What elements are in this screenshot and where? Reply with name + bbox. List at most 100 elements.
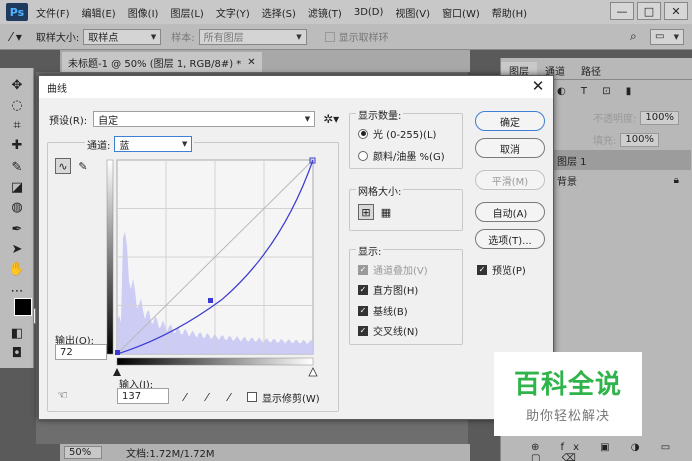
lasso-tool-icon[interactable]: ◌	[8, 96, 26, 114]
channel-select[interactable]: 蓝 ▼	[114, 136, 193, 152]
chevron-down-icon: ▼	[296, 32, 302, 41]
menu-select[interactable]: 选择(S)	[262, 5, 296, 20]
white-eyedropper-icon[interactable]: ⁄	[221, 389, 237, 405]
dialog-title: 曲线	[47, 83, 67, 95]
document-size: 文档:1.72M/1.72M	[126, 449, 215, 460]
light-option-row[interactable]: 光 (0-255)(L)	[358, 126, 436, 141]
move-tool-icon[interactable]: ✥	[8, 76, 26, 94]
preset-select[interactable]: 自定 ▼	[93, 111, 316, 127]
eyedropper-tool-icon[interactable]: ⁄ ▾	[10, 30, 22, 44]
show-ring-checkbox[interactable]	[324, 31, 335, 42]
black-eyedropper-icon[interactable]: ⁄	[177, 389, 193, 405]
lock-icon: 🔒︎	[673, 174, 679, 186]
menu-file[interactable]: 文件(F)	[36, 5, 70, 20]
blur-tool-icon[interactable]: ◍	[8, 198, 26, 216]
layer-row[interactable]: 图层 1	[553, 150, 691, 170]
menu-help[interactable]: 帮助(H)	[492, 5, 527, 20]
layer-name: 图层 1	[557, 156, 587, 168]
close-icon[interactable]: ✕	[529, 77, 547, 95]
baseline-option-row[interactable]: ✓ 基线(B)	[358, 303, 408, 318]
preview-row[interactable]: ✓ 预览(P)	[477, 262, 526, 277]
layer-action-icons[interactable]: ⊕ fx ▣ ◑ ▭ ▢ ⌫	[531, 442, 692, 461]
menu-image[interactable]: 图像(I)	[128, 5, 159, 20]
opacity-field[interactable]: 100%	[640, 110, 679, 125]
chevron-down-icon: ▼	[181, 140, 188, 148]
curve-graph[interactable]	[106, 157, 318, 378]
minimize-button[interactable]: —	[610, 2, 634, 20]
histogram-option-row[interactable]: ✓ 直方图(H)	[358, 282, 418, 297]
options-button[interactable]: 选项(T)...	[475, 229, 545, 249]
close-window-button[interactable]: ✕	[664, 2, 688, 20]
layer-actions-bar: ⊕ fx ▣ ◑ ▭ ▢ ⌫	[501, 442, 692, 461]
zoom-level[interactable]: 50%	[64, 446, 102, 459]
menu-bar: Ps 文件(F) 编辑(E) 图像(I) 图层(L) 文字(Y) 选择(S) 滤…	[0, 0, 692, 24]
gray-eyedropper-icon[interactable]: ⁄	[199, 389, 215, 405]
menu-type[interactable]: 文字(Y)	[216, 5, 250, 20]
input-field[interactable]: 137	[117, 388, 169, 404]
path-select-icon[interactable]: ➤	[8, 240, 26, 258]
document-tab[interactable]: 未标题-1 @ 50% (图层 1, RGB/8#) * ✕	[62, 52, 262, 72]
hand-tool-icon[interactable]: ✋	[8, 260, 26, 278]
watermark-title: 百科全说	[513, 370, 622, 400]
auto-button[interactable]: 自动(A)	[475, 202, 545, 222]
preset-gear-icon[interactable]: ✲▾	[323, 112, 339, 126]
pigment-radio[interactable]	[358, 150, 368, 161]
healing-brush-icon[interactable]: ✚	[8, 136, 26, 154]
crosshair-option-row[interactable]: ✓ 交叉线(N)	[358, 323, 418, 338]
eraser-tool-icon[interactable]: ◪	[8, 178, 26, 196]
preview-checkbox[interactable]: ✓	[477, 264, 487, 275]
simple-grid-icon[interactable]: ⊞	[358, 204, 374, 220]
output-gradient-bar	[106, 159, 114, 355]
curve-point-black	[115, 350, 120, 355]
light-option-label: 光 (0-255)(L)	[373, 130, 437, 141]
opacity-label: 不透明度:	[593, 114, 637, 125]
crosshair-checkbox[interactable]: ✓	[358, 325, 368, 336]
show-title: 显示:	[356, 243, 384, 258]
pen-tool-icon[interactable]: ✒	[8, 220, 26, 238]
output-value: 72	[60, 346, 73, 358]
pencil-tool-icon[interactable]: ✎	[75, 158, 91, 174]
curve-tools: ∿ ✎	[55, 158, 91, 174]
foreground-color-swatch[interactable]	[14, 298, 32, 316]
channel-row: 通道: 蓝 ▼	[85, 136, 195, 152]
curve-point-tool-icon[interactable]: ∿	[55, 158, 71, 174]
close-tab-icon[interactable]: ✕	[247, 57, 255, 68]
light-radio[interactable]	[358, 128, 368, 139]
baseline-checkbox[interactable]: ✓	[358, 305, 368, 316]
quick-mask-icon[interactable]: ◘	[8, 344, 26, 362]
sample-select[interactable]: 所有图层 ▼	[198, 28, 307, 45]
search-icon[interactable]: ⌕	[630, 29, 637, 44]
tab-paths[interactable]: 路径	[573, 62, 609, 79]
preset-value: 自定	[98, 115, 119, 127]
smooth-button[interactable]: 平滑(M)	[475, 170, 545, 190]
hand-adjust-icon[interactable]: ☜	[57, 388, 68, 402]
maximize-button[interactable]: □	[637, 2, 661, 20]
crop-tool-icon[interactable]: ⌗	[8, 116, 26, 134]
menu-layer[interactable]: 图层(L)	[170, 5, 203, 20]
menu-window[interactable]: 窗口(W)	[442, 5, 480, 20]
filter-icons[interactable]: ◐ T ⊡ ▮	[557, 86, 637, 97]
swap-colors-icon[interactable]: ◧	[8, 324, 26, 342]
options-bar: ⁄ ▾ 取样大小: 取样点 ▼ 样本: 所有图层 ▼ 显示取样环 ⌕ ▭ ▼	[0, 24, 692, 50]
menu-edit[interactable]: 编辑(E)	[82, 5, 116, 20]
cancel-button[interactable]: 取消	[475, 138, 545, 158]
sample-size-label: 取样大小:	[35, 33, 80, 44]
channel-overlay-checkbox[interactable]: ✓	[358, 264, 368, 275]
workspace-select[interactable]: ▭ ▼	[650, 28, 684, 45]
show-amount-group: 显示数量: 光 (0-255)(L) 颜料/油墨 %(G)	[349, 107, 463, 169]
brush-tool-icon[interactable]: ✎	[8, 158, 26, 176]
show-clipping-checkbox[interactable]	[247, 392, 257, 402]
menu-filter[interactable]: 滤镜(T)	[308, 5, 342, 20]
menu-3d[interactable]: 3D(D)	[354, 7, 384, 18]
sample-label: 样本:	[171, 33, 195, 44]
channel-overlay-row[interactable]: ✓ 通道叠加(V)	[358, 262, 428, 277]
pigment-option-row[interactable]: 颜料/油墨 %(G)	[358, 148, 445, 163]
ok-button[interactable]: 确定	[475, 111, 545, 131]
menu-view[interactable]: 视图(V)	[395, 5, 430, 20]
output-field[interactable]: 72	[55, 344, 107, 360]
fill-field[interactable]: 100%	[620, 132, 659, 147]
detailed-grid-icon[interactable]: ▦	[378, 204, 394, 220]
histogram-checkbox[interactable]: ✓	[358, 284, 368, 295]
layer-row[interactable]: 背景 🔒︎	[553, 170, 691, 190]
sample-size-select[interactable]: 取样点 ▼	[83, 28, 162, 45]
